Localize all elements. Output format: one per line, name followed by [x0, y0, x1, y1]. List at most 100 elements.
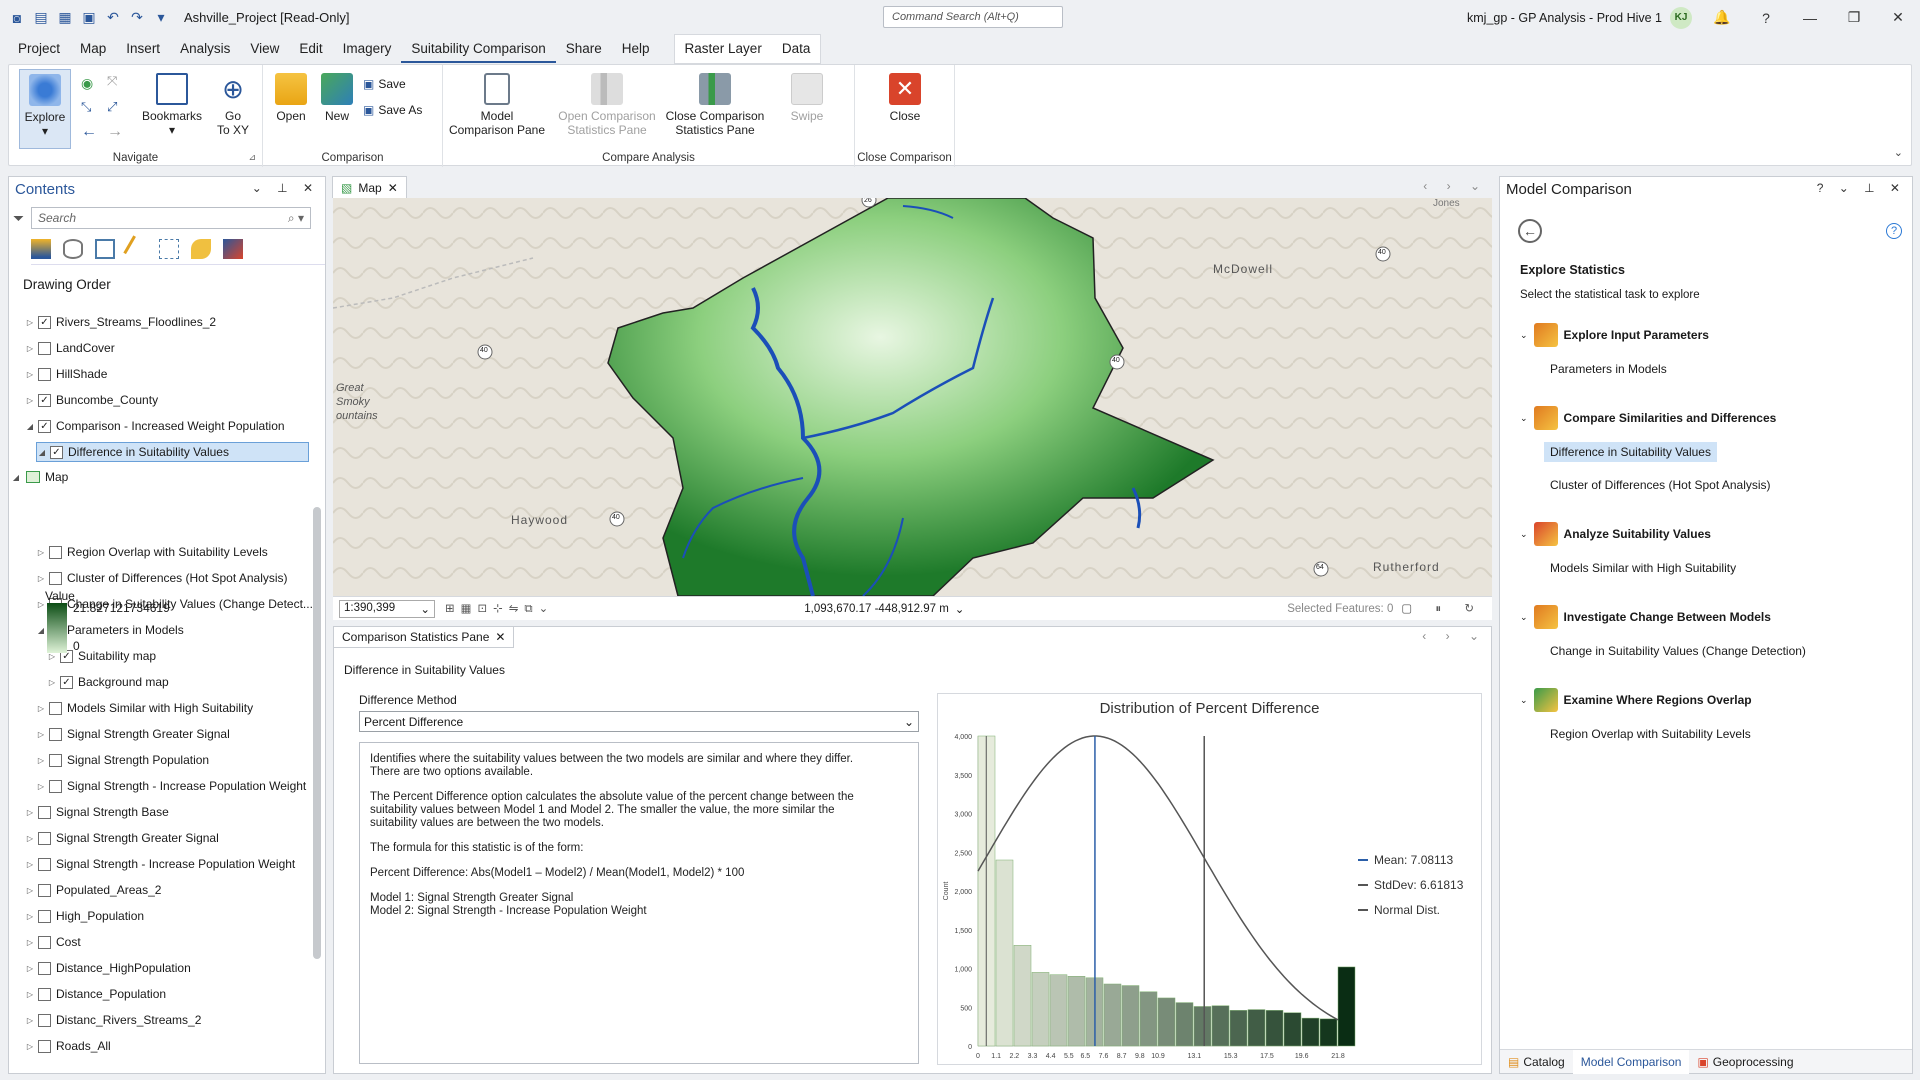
collapse-icon[interactable]: ⌄	[1520, 529, 1528, 540]
layer-visibility-checkbox[interactable]	[38, 1013, 51, 1027]
expand-icon[interactable]: ▷	[25, 344, 35, 353]
layer-row[interactable]: ▷ Region Overlap with Suitability Levels	[36, 542, 268, 562]
layer-visibility-checkbox[interactable]	[49, 779, 62, 793]
layer-row[interactable]: ▷ Distance_Population	[25, 984, 166, 1004]
layer-row[interactable]: ▷ HillShade	[25, 364, 107, 384]
layer-visibility-checkbox[interactable]	[38, 987, 51, 1001]
tab-catalog[interactable]: ▤ Catalog	[1500, 1055, 1573, 1069]
task-link[interactable]: Difference in Suitability Values	[1544, 442, 1717, 462]
full-extent-icon[interactable]: ◉	[81, 75, 93, 92]
close-tab-icon[interactable]: ✕	[388, 181, 398, 195]
bookmarks-button[interactable]: Bookmarks ▾	[137, 73, 207, 137]
tab-suitability-comparison[interactable]: Suitability Comparison	[401, 35, 556, 63]
layer-visibility-checkbox[interactable]	[38, 805, 51, 819]
app-icon[interactable]: ◙	[8, 9, 26, 27]
filter-icon[interactable]: ⏷	[13, 210, 24, 227]
collapse-icon[interactable]: ◢	[25, 422, 35, 431]
tab-help[interactable]: Help	[612, 35, 660, 63]
task-header[interactable]: ⌄ Explore Input Parameters	[1520, 323, 1709, 347]
collapse-icon[interactable]: ⌄	[1520, 413, 1528, 424]
layer-visibility-checkbox[interactable]	[49, 545, 62, 559]
expand-icon[interactable]: ▷	[25, 1042, 35, 1051]
list-by-data-source-icon[interactable]	[63, 239, 83, 259]
expand-icon[interactable]: ▷	[25, 886, 35, 895]
undo-icon[interactable]: ↶	[104, 9, 122, 27]
layer-row[interactable]: ▷ LandCover	[25, 338, 115, 358]
layer-row[interactable]: ▷ Roads_All	[25, 1036, 111, 1056]
layer-row[interactable]: ▷ Cost	[25, 932, 81, 952]
layer-row[interactable]: ▷ Signal Strength - Increase Population W…	[25, 854, 295, 874]
tab-data[interactable]: Data	[772, 35, 821, 63]
model-comparison-pane-button[interactable]: Model Comparison Pane	[447, 73, 547, 137]
layer-visibility-checkbox[interactable]	[38, 935, 51, 949]
layer-row[interactable]: ▷ Distance_HighPopulation	[25, 958, 191, 978]
expand-icon[interactable]: ▷	[36, 574, 46, 583]
swipe-button[interactable]: Swipe	[777, 73, 837, 123]
layer-visibility-checkbox[interactable]: ✓	[38, 393, 51, 407]
expand-icon[interactable]: ▷	[36, 756, 46, 765]
customize-toolbar-icon[interactable]: ▾	[152, 9, 170, 27]
pause-refresh-icons[interactable]: ▢ ⏸ ↻	[1401, 601, 1484, 616]
previous-extent-icon[interactable]: ←	[81, 123, 97, 141]
list-by-editing-icon[interactable]	[123, 235, 151, 263]
expand-icon[interactable]: ▷	[25, 1016, 35, 1025]
close-window-icon[interactable]: ✕	[1876, 9, 1920, 26]
task-link[interactable]: Cluster of Differences (Hot Spot Analysi…	[1544, 475, 1777, 495]
task-header[interactable]: ⌄ Compare Similarities and Differences	[1520, 406, 1776, 430]
new-button[interactable]: New	[315, 73, 359, 123]
open-button[interactable]: Open	[269, 73, 313, 123]
tab-map[interactable]: ▧ Map ✕	[332, 176, 407, 198]
layer-row[interactable]: ▷ High_Population	[25, 906, 144, 926]
stats-tab-scroll-icons[interactable]: ‹ › ⌄	[1422, 629, 1487, 643]
pane-options-icon[interactable]: ⌄ ⊥ ✕	[252, 181, 319, 199]
collapse-icon[interactable]: ⌄	[1520, 695, 1528, 706]
tab-model-comparison[interactable]: Model Comparison	[1572, 1049, 1690, 1074]
task-link[interactable]: Region Overlap with Suitability Levels	[1544, 724, 1757, 744]
coordinate-units-dropdown-icon[interactable]: ⌄	[955, 602, 965, 616]
explore-button[interactable]: Explore ▾	[19, 69, 71, 149]
expand-icon[interactable]: ▷	[25, 318, 35, 327]
pane-options-icon[interactable]: ? ⌄ ⊥ ✕	[1817, 181, 1906, 199]
tab-map[interactable]: Map	[70, 35, 116, 63]
tab-scroll-icons[interactable]: ‹ › ⌄	[1423, 179, 1488, 193]
expand-icon[interactable]: ▷	[47, 678, 57, 687]
avatar[interactable]: KJ	[1670, 6, 1692, 29]
expand-icon[interactable]: ▷	[25, 964, 35, 973]
layer-visibility-checkbox[interactable]	[38, 831, 51, 845]
tab-share[interactable]: Share	[556, 35, 612, 63]
list-by-selection-icon[interactable]	[95, 239, 115, 259]
map-node[interactable]: ◢ Map	[11, 467, 68, 487]
goto-xy-button[interactable]: ⊕ Go To XY	[209, 73, 257, 137]
task-header[interactable]: ⌄ Examine Where Regions Overlap	[1520, 688, 1752, 712]
collapse-ribbon-icon[interactable]: ⌄	[1894, 146, 1903, 159]
tab-view[interactable]: View	[240, 35, 289, 63]
expand-icon[interactable]: ▷	[25, 912, 35, 921]
restore-icon[interactable]: ❐	[1832, 9, 1876, 26]
layer-visibility-checkbox[interactable]	[38, 883, 51, 897]
layer-row[interactable]: ▷ ✓ Buncombe_County	[25, 390, 158, 410]
save-button[interactable]: ▣ Save	[363, 77, 406, 91]
help-icon[interactable]: ?	[1744, 10, 1788, 26]
layer-visibility-checkbox[interactable]	[38, 341, 51, 355]
expand-icon[interactable]: ▷	[25, 938, 35, 947]
contents-search-input[interactable]: Search ⌕ ▾	[31, 207, 311, 229]
expand-icon[interactable]: ▷	[25, 834, 35, 843]
layer-row[interactable]: ▷ Signal Strength Greater Signal	[25, 828, 219, 848]
fixed-zoom-out-icon[interactable]: ⤡	[81, 99, 91, 115]
help-icon[interactable]: ?	[1886, 223, 1902, 239]
layer-visibility-checkbox[interactable]	[38, 857, 51, 871]
layer-row[interactable]: ◢ ✓ Difference in Suitability Values	[36, 442, 309, 462]
layer-row[interactable]: ▷ Models Similar with High Suitability	[36, 698, 253, 718]
minimize-icon[interactable]: —	[1788, 10, 1832, 26]
tab-imagery[interactable]: Imagery	[333, 35, 402, 63]
tab-edit[interactable]: Edit	[289, 35, 332, 63]
layer-visibility-checkbox[interactable]	[49, 571, 62, 585]
map-view[interactable]: McDowell Great Smoky ountains Haywood Ru…	[333, 198, 1492, 596]
tab-project[interactable]: Project	[8, 35, 70, 63]
layer-visibility-checkbox[interactable]: ✓	[50, 445, 63, 459]
new-project-icon[interactable]: ▤	[32, 9, 50, 27]
zoom-to-icon[interactable]: ⤢	[107, 99, 117, 115]
close-comparison-button[interactable]: ✕ Close	[875, 73, 935, 123]
expand-icon[interactable]: ▷	[25, 370, 35, 379]
layer-row[interactable]: ▷ Populated_Areas_2	[25, 880, 162, 900]
